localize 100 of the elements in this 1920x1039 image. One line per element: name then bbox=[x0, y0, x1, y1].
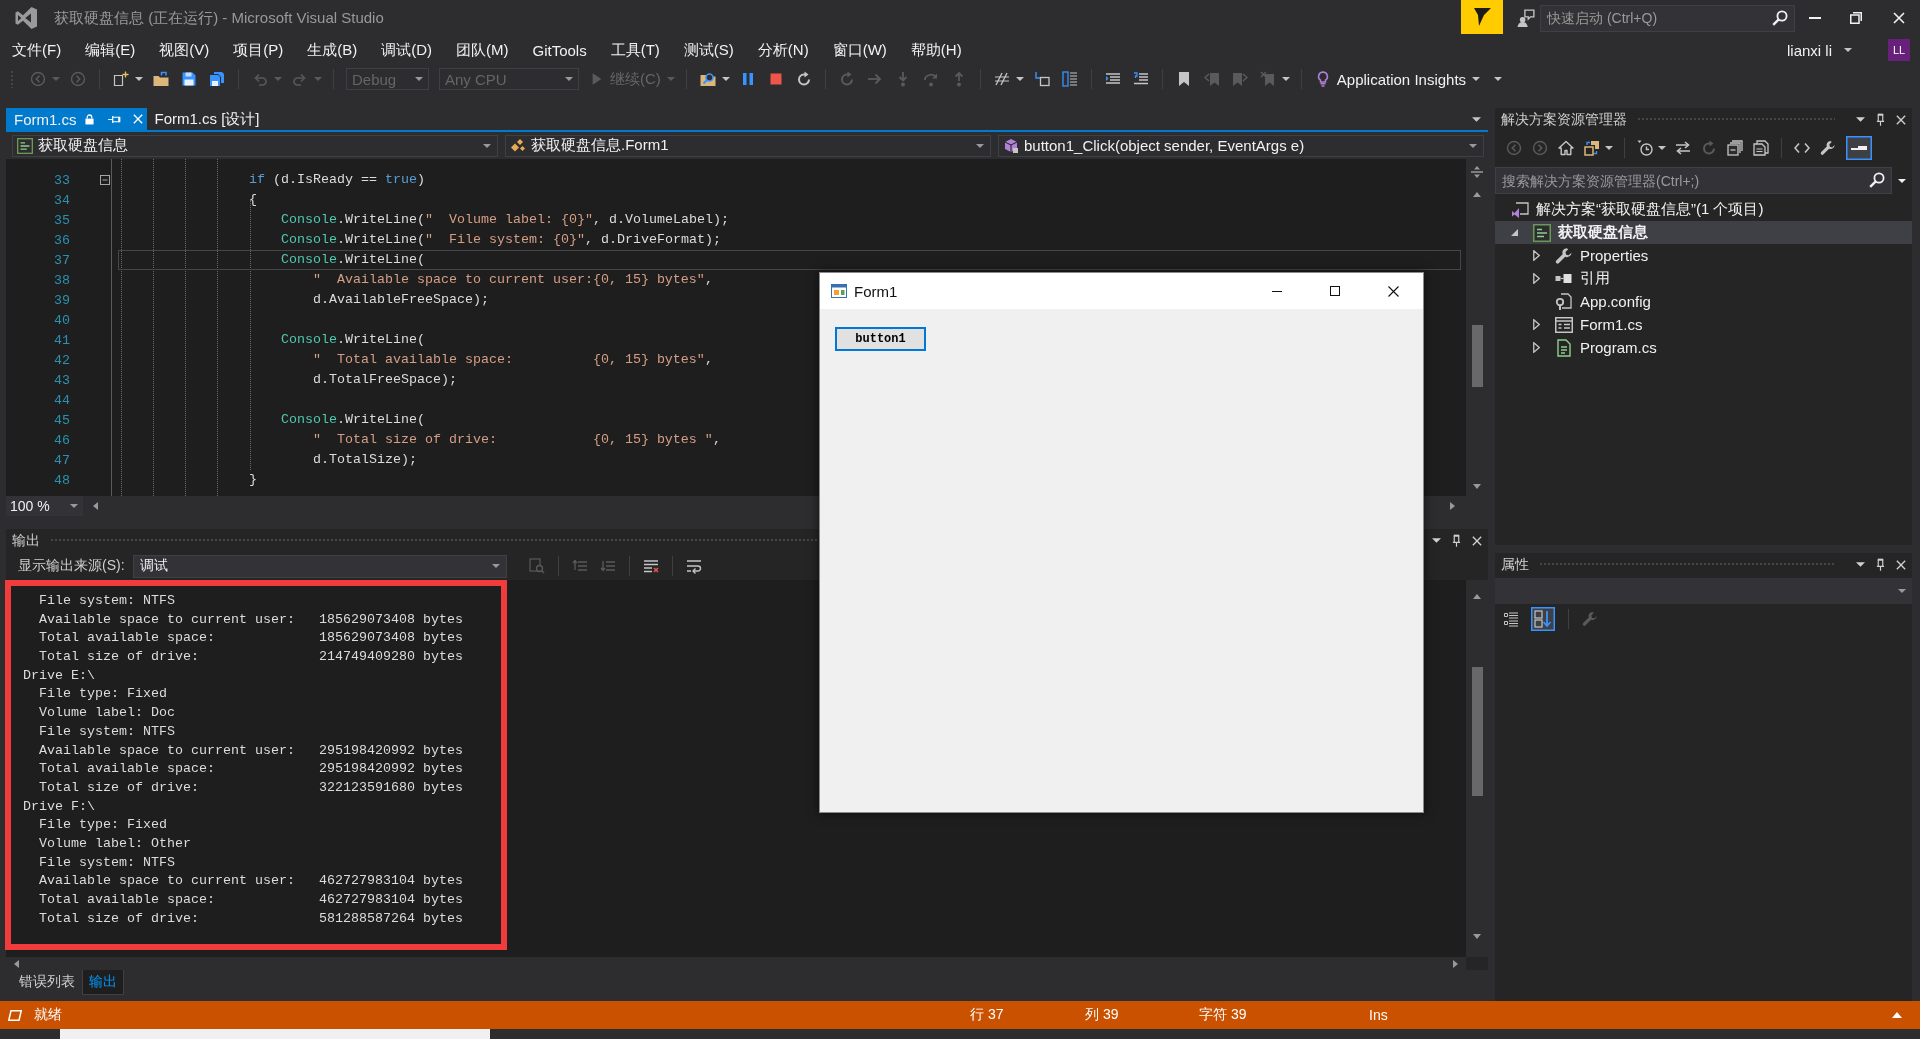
pin-icon[interactable] bbox=[1452, 534, 1461, 547]
zoom-dropdown[interactable]: 100 % bbox=[6, 496, 83, 516]
tree-item[interactable]: 获取硬盘信息 bbox=[1495, 221, 1912, 244]
sync-arrows-icon[interactable] bbox=[1675, 140, 1691, 156]
output-source-dropdown[interactable]: 调试 bbox=[132, 554, 507, 578]
overlapping-squares-icon[interactable] bbox=[1584, 140, 1600, 156]
menu-item[interactable]: 生成(B) bbox=[307, 40, 358, 60]
document-tab[interactable]: Form1.cs [设计] bbox=[146, 108, 273, 130]
menu-item[interactable]: 编辑(E) bbox=[85, 40, 136, 60]
new-project-icon[interactable] bbox=[113, 71, 129, 87]
word-wrap-icon[interactable] bbox=[685, 558, 702, 574]
menu-item[interactable]: 团队(M) bbox=[456, 40, 509, 60]
maximize-icon[interactable] bbox=[1330, 286, 1340, 296]
save-icon[interactable] bbox=[181, 71, 197, 87]
scrollbar-thumb[interactable] bbox=[1471, 325, 1483, 387]
menu-item[interactable]: GitTools bbox=[532, 41, 587, 59]
tree-item[interactable]: Form1.cs bbox=[1495, 313, 1912, 336]
panel-tab[interactable]: 错误列表 bbox=[12, 970, 82, 995]
caret-icon[interactable] bbox=[1605, 146, 1613, 150]
navigation-dropdown[interactable]: button1_Click(object sender, EventArgs e) bbox=[998, 134, 1484, 157]
save-all-icon[interactable] bbox=[209, 71, 225, 87]
home-icon[interactable] bbox=[1558, 140, 1574, 156]
caret-right-icon[interactable] bbox=[1533, 273, 1540, 284]
tree-item[interactable]: Properties bbox=[1495, 244, 1912, 267]
scroll-right-icon[interactable] bbox=[1450, 502, 1455, 510]
caret-icon[interactable] bbox=[1856, 117, 1865, 122]
menu-item[interactable]: 窗口(W) bbox=[832, 40, 887, 60]
caret-icon[interactable] bbox=[1281, 77, 1290, 81]
caret-icon[interactable] bbox=[1856, 562, 1865, 567]
split-icon[interactable] bbox=[1471, 166, 1483, 178]
search-icon[interactable] bbox=[1869, 172, 1885, 188]
sort-icon[interactable] bbox=[1531, 607, 1555, 631]
caret-icon[interactable] bbox=[1432, 538, 1441, 543]
menu-item[interactable]: 视图(V) bbox=[159, 40, 210, 60]
menu-item[interactable]: 文件(F) bbox=[12, 40, 62, 60]
minimize-icon[interactable] bbox=[1272, 290, 1282, 292]
application-insights-button[interactable]: Application Insights bbox=[1336, 70, 1467, 88]
account-name[interactable]: lianxi li bbox=[1787, 41, 1832, 59]
restart-icon[interactable] bbox=[795, 71, 812, 87]
scroll-down-icon[interactable] bbox=[1473, 934, 1481, 939]
object-selector-field[interactable] bbox=[1495, 578, 1912, 604]
panel-tab[interactable]: 输出 bbox=[82, 970, 124, 995]
scroll-left-icon[interactable] bbox=[14, 959, 19, 968]
columns-icon[interactable] bbox=[1061, 71, 1078, 87]
scroll-right-icon[interactable] bbox=[1453, 959, 1458, 968]
menu-item[interactable]: 工具(T) bbox=[610, 40, 660, 60]
caret-right-icon[interactable] bbox=[1533, 342, 1540, 353]
caret-down-icon[interactable] bbox=[1511, 229, 1518, 236]
scroll-left-icon[interactable] bbox=[93, 502, 98, 510]
bulleted-list-icon[interactable] bbox=[1503, 611, 1519, 627]
folder-search-icon[interactable] bbox=[699, 71, 716, 87]
menu-item[interactable]: 项目(P) bbox=[233, 40, 284, 60]
form-button[interactable]: button1 bbox=[835, 327, 926, 351]
search-icon[interactable] bbox=[1772, 9, 1788, 26]
scroll-up-icon[interactable] bbox=[1473, 192, 1481, 197]
up-arrow-icon[interactable] bbox=[1892, 1012, 1902, 1018]
clock-icon[interactable] bbox=[1637, 140, 1653, 156]
caret-icon[interactable] bbox=[135, 77, 143, 81]
clear-all-icon[interactable] bbox=[642, 558, 659, 574]
vertical-scrollbar[interactable] bbox=[1466, 580, 1488, 957]
feedback-icon[interactable] bbox=[1517, 9, 1535, 27]
toolbar-overflow-icon[interactable] bbox=[1494, 77, 1503, 81]
scroll-down-icon[interactable] bbox=[1473, 484, 1481, 489]
close-icon[interactable] bbox=[1388, 285, 1399, 297]
menu-item[interactable]: 测试(S) bbox=[683, 40, 734, 60]
collapse-all-icon[interactable] bbox=[1727, 140, 1743, 156]
list-comment-icon[interactable] bbox=[1132, 71, 1149, 87]
pin-icon[interactable] bbox=[1876, 113, 1885, 126]
restore-icon[interactable] bbox=[1850, 12, 1862, 24]
pin-icon[interactable] bbox=[1876, 558, 1885, 571]
scrollbar-thumb[interactable] bbox=[1471, 667, 1483, 796]
code-icon[interactable] bbox=[1794, 140, 1810, 156]
menu-item[interactable]: 分析(N) bbox=[757, 40, 809, 60]
hatched-lines-icon[interactable] bbox=[993, 71, 1010, 87]
search-field[interactable]: 搜索解决方案资源管理器(Ctrl+;) bbox=[1495, 167, 1892, 194]
tree-item[interactable]: Program.cs bbox=[1495, 336, 1912, 359]
scroll-up-icon[interactable] bbox=[1473, 594, 1481, 599]
list-icon[interactable] bbox=[1104, 71, 1121, 87]
tree-item[interactable]: 解决方案“获取硬盘信息”(1 个项目) bbox=[1495, 198, 1912, 221]
caret-icon[interactable] bbox=[1844, 48, 1852, 52]
tree-item[interactable]: 引用 bbox=[1495, 267, 1912, 290]
account-avatar[interactable]: LL bbox=[1888, 39, 1910, 61]
menu-item[interactable]: 帮助(H) bbox=[910, 40, 962, 60]
notification-flag-icon[interactable] bbox=[1461, 0, 1503, 34]
caret-right-icon[interactable] bbox=[1533, 250, 1540, 261]
caret-right-icon[interactable] bbox=[1533, 319, 1540, 330]
indent-icon[interactable] bbox=[1033, 71, 1050, 87]
navigation-dropdown[interactable]: 获取硬盘信息.Form1 bbox=[505, 134, 991, 157]
caret-icon[interactable] bbox=[1658, 146, 1666, 150]
navigation-dropdown[interactable]: 获取硬盘信息 bbox=[12, 134, 498, 157]
collapse-box-icon[interactable] bbox=[100, 175, 110, 185]
caret-icon[interactable] bbox=[1015, 77, 1024, 81]
caret-icon[interactable] bbox=[1472, 77, 1481, 81]
caret-icon[interactable] bbox=[721, 77, 730, 81]
quick-launch-field[interactable]: 快速启动 (Ctrl+Q) bbox=[1540, 4, 1795, 32]
wrench-icon[interactable] bbox=[1820, 140, 1836, 156]
caret-icon[interactable] bbox=[1472, 116, 1481, 122]
tree-item[interactable]: App.config bbox=[1495, 290, 1912, 313]
show-all-files-icon[interactable] bbox=[1753, 140, 1769, 156]
menu-item[interactable]: 调试(D) bbox=[381, 40, 432, 60]
